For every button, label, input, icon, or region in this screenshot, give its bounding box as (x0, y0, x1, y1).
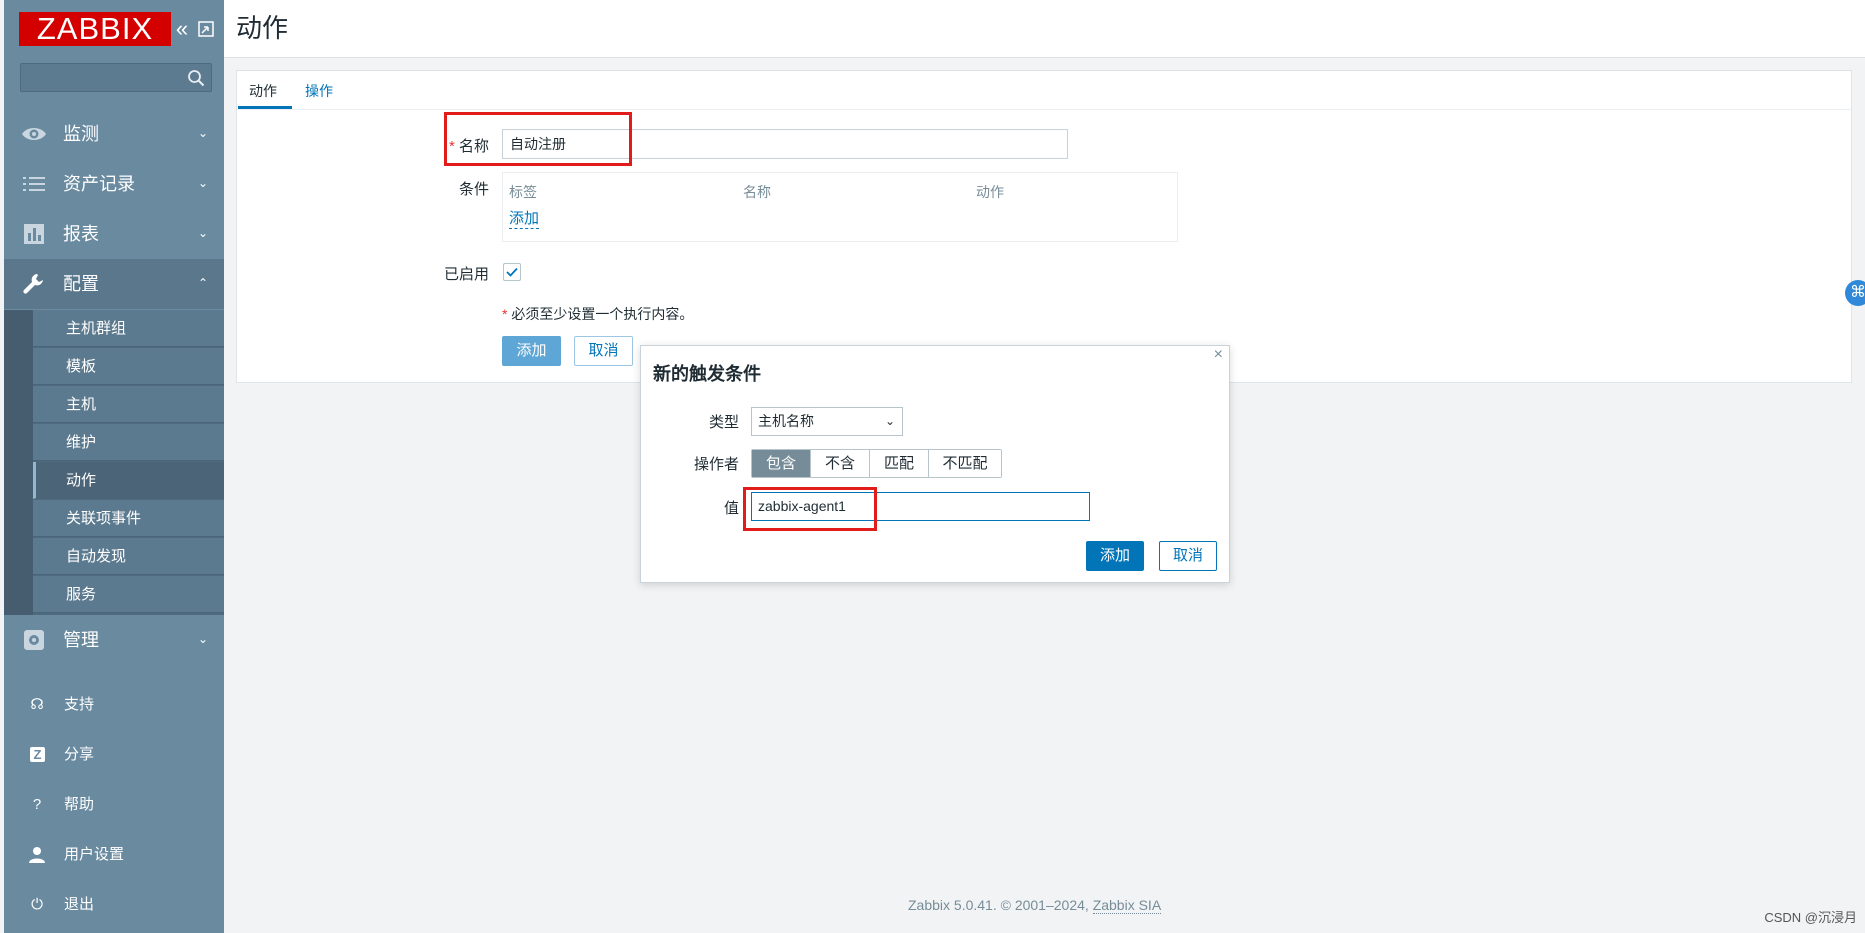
type-label: 类型 (708, 414, 739, 431)
operator-not-matches[interactable]: 不匹配 (929, 450, 1001, 477)
power-icon: ⏻ (31, 896, 43, 913)
list-icon (23, 177, 45, 191)
footer-share[interactable]: Z 分享 (4, 732, 224, 778)
footer-support[interactable]: ☊ 支持 (4, 682, 224, 728)
submenu-event-correlation[interactable]: 关联项事件 (33, 500, 224, 537)
column-action: 动作 (976, 184, 1004, 200)
close-icon[interactable]: × (1214, 346, 1223, 364)
submenu-discovery[interactable]: 自动发现 (33, 538, 224, 575)
value-input[interactable]: zabbix-agent1 (751, 492, 1090, 521)
submenu-templates[interactable]: 模板 (33, 348, 224, 385)
menu-administration[interactable]: 管理 ⌄ (4, 615, 224, 665)
footer-sign-out[interactable]: ⏻ 退出 (4, 882, 224, 928)
menu-label-reports: 报表 (63, 224, 99, 244)
name-label: * 名称 (387, 135, 489, 156)
type-select[interactable]: 主机名称 ⌄ (751, 407, 903, 436)
kiosk-mode-icon[interactable] (197, 20, 215, 38)
floating-tool-icon[interactable]: ⌘ (1845, 280, 1865, 306)
menu-label-inventory: 资产记录 (63, 174, 135, 194)
watermark: CSDN @沉浸月 (1764, 910, 1857, 925)
page-header: 动作 (224, 0, 1865, 58)
add-action-button[interactable]: 添加 (502, 336, 561, 366)
help-icon: ? (32, 796, 42, 813)
search-icon[interactable] (187, 69, 205, 87)
required-note: * 必须至少设置一个执行内容。 (502, 304, 693, 324)
operator-segmented-control: 包含 不含 匹配 不匹配 (751, 449, 1002, 478)
submenu-rail (4, 310, 33, 615)
required-note-text: 必须至少设置一个执行内容。 (511, 306, 694, 322)
page-footer: Zabbix 5.0.41. © 2001–2024, Zabbix SIA (908, 897, 1162, 914)
column-label: 标签 (509, 184, 537, 200)
type-select-value: 主机名称 (758, 413, 814, 429)
footer-help[interactable]: ? 帮助 (4, 782, 224, 828)
footer-share-label: 分享 (64, 746, 95, 763)
menu-configuration[interactable]: 配置 ⌃ (4, 259, 224, 309)
footer-sign-out-label: 退出 (64, 896, 95, 913)
menu-label-configuration: 配置 (63, 274, 99, 294)
footer-help-label: 帮助 (64, 796, 95, 813)
logo-row: ZABBIX « (19, 12, 219, 48)
menu-label-administration: 管理 (63, 630, 99, 650)
enabled-checkbox[interactable] (503, 263, 521, 281)
submenu-hosts[interactable]: 主机 (33, 386, 224, 423)
footer-company-link[interactable]: Zabbix SIA (1092, 897, 1162, 914)
wrench-icon (23, 274, 43, 294)
tab-bar: 动作 操作 (237, 71, 1851, 110)
headset-icon: ☊ (30, 696, 44, 713)
dialog-title: 新的触发条件 (653, 364, 761, 384)
footer-copyright: Zabbix 5.0.41. © 2001–2024, (908, 897, 1093, 913)
tab-action[interactable]: 动作 (249, 81, 277, 109)
chevron-down-icon: ⌄ (197, 226, 208, 240)
page-title: 动作 (236, 13, 289, 43)
footer-user-settings-label: 用户设置 (64, 846, 125, 863)
chevron-down-icon: ⌄ (197, 126, 208, 140)
zabbix-logo[interactable]: ZABBIX (19, 12, 171, 46)
tab-operations[interactable]: 操作 (305, 81, 333, 101)
chevron-down-icon: ⌄ (884, 414, 895, 428)
dialog-add-button[interactable]: 添加 (1086, 541, 1144, 571)
submenu-actions[interactable]: 动作 (33, 462, 224, 499)
submenu-host-groups[interactable]: 主机群组 (33, 310, 224, 347)
name-input[interactable] (502, 129, 1068, 159)
chart-icon (24, 224, 44, 244)
collapse-sidebar-icon[interactable]: « (171, 14, 193, 44)
user-icon (29, 847, 45, 863)
menu-monitoring[interactable]: 监测 ⌄ (4, 109, 224, 159)
operator-label: 操作者 (693, 456, 739, 473)
new-condition-dialog: 新的触发条件 × 类型 主机名称 ⌄ 操作者 包含 不含 匹配 不匹配 值 za… (640, 345, 1230, 583)
chevron-down-icon: ⌄ (197, 632, 208, 646)
checkmark-icon (506, 267, 518, 277)
eye-icon (22, 128, 46, 140)
operator-not-contains[interactable]: 不含 (811, 450, 870, 477)
name-label-text: 名称 (458, 138, 489, 155)
submenu-maintenance[interactable]: 维护 (33, 424, 224, 461)
menu-inventory[interactable]: 资产记录 ⌄ (4, 159, 224, 209)
required-marker: * (502, 306, 508, 322)
operator-contains[interactable]: 包含 (752, 450, 811, 477)
cancel-action-button[interactable]: 取消 (574, 336, 633, 366)
value-label: 值 (723, 500, 739, 517)
action-form-panel: 动作 操作 * 名称 条件 标签 名称 动作 添加 已启用 * 必须至少设置一个… (236, 70, 1852, 383)
active-tab-indicator (238, 106, 292, 109)
conditions-table: 标签 名称 动作 添加 (502, 172, 1178, 242)
share-icon: Z (30, 747, 45, 762)
sidebar: ZABBIX « 监测 ⌄ 资产记录 ⌄ 报表 ⌄ 配置 ⌃ 主机群组 模板 主… (4, 0, 224, 933)
configuration-submenu: 主机群组 模板 主机 维护 动作 关联项事件 自动发现 服务 (4, 310, 224, 615)
dialog-cancel-button[interactable]: 取消 (1159, 541, 1217, 571)
column-name: 名称 (743, 184, 771, 200)
required-marker: * (448, 138, 455, 155)
submenu-services[interactable]: 服务 (33, 576, 224, 613)
chevron-down-icon: ⌄ (197, 176, 208, 190)
operator-matches[interactable]: 匹配 (870, 450, 929, 477)
add-condition-link[interactable]: 添加 (509, 207, 540, 229)
menu-reports[interactable]: 报表 ⌄ (4, 209, 224, 259)
menu-label-monitoring: 监测 (63, 124, 99, 144)
enabled-label: 已启用 (443, 266, 489, 283)
footer-user-settings[interactable]: 用户设置 (4, 832, 224, 878)
conditions-label: 条件 (458, 181, 489, 198)
gear-icon (24, 630, 44, 650)
sidebar-search-input[interactable] (20, 63, 212, 92)
chevron-up-icon: ⌃ (197, 276, 208, 290)
footer-support-label: 支持 (64, 696, 95, 713)
